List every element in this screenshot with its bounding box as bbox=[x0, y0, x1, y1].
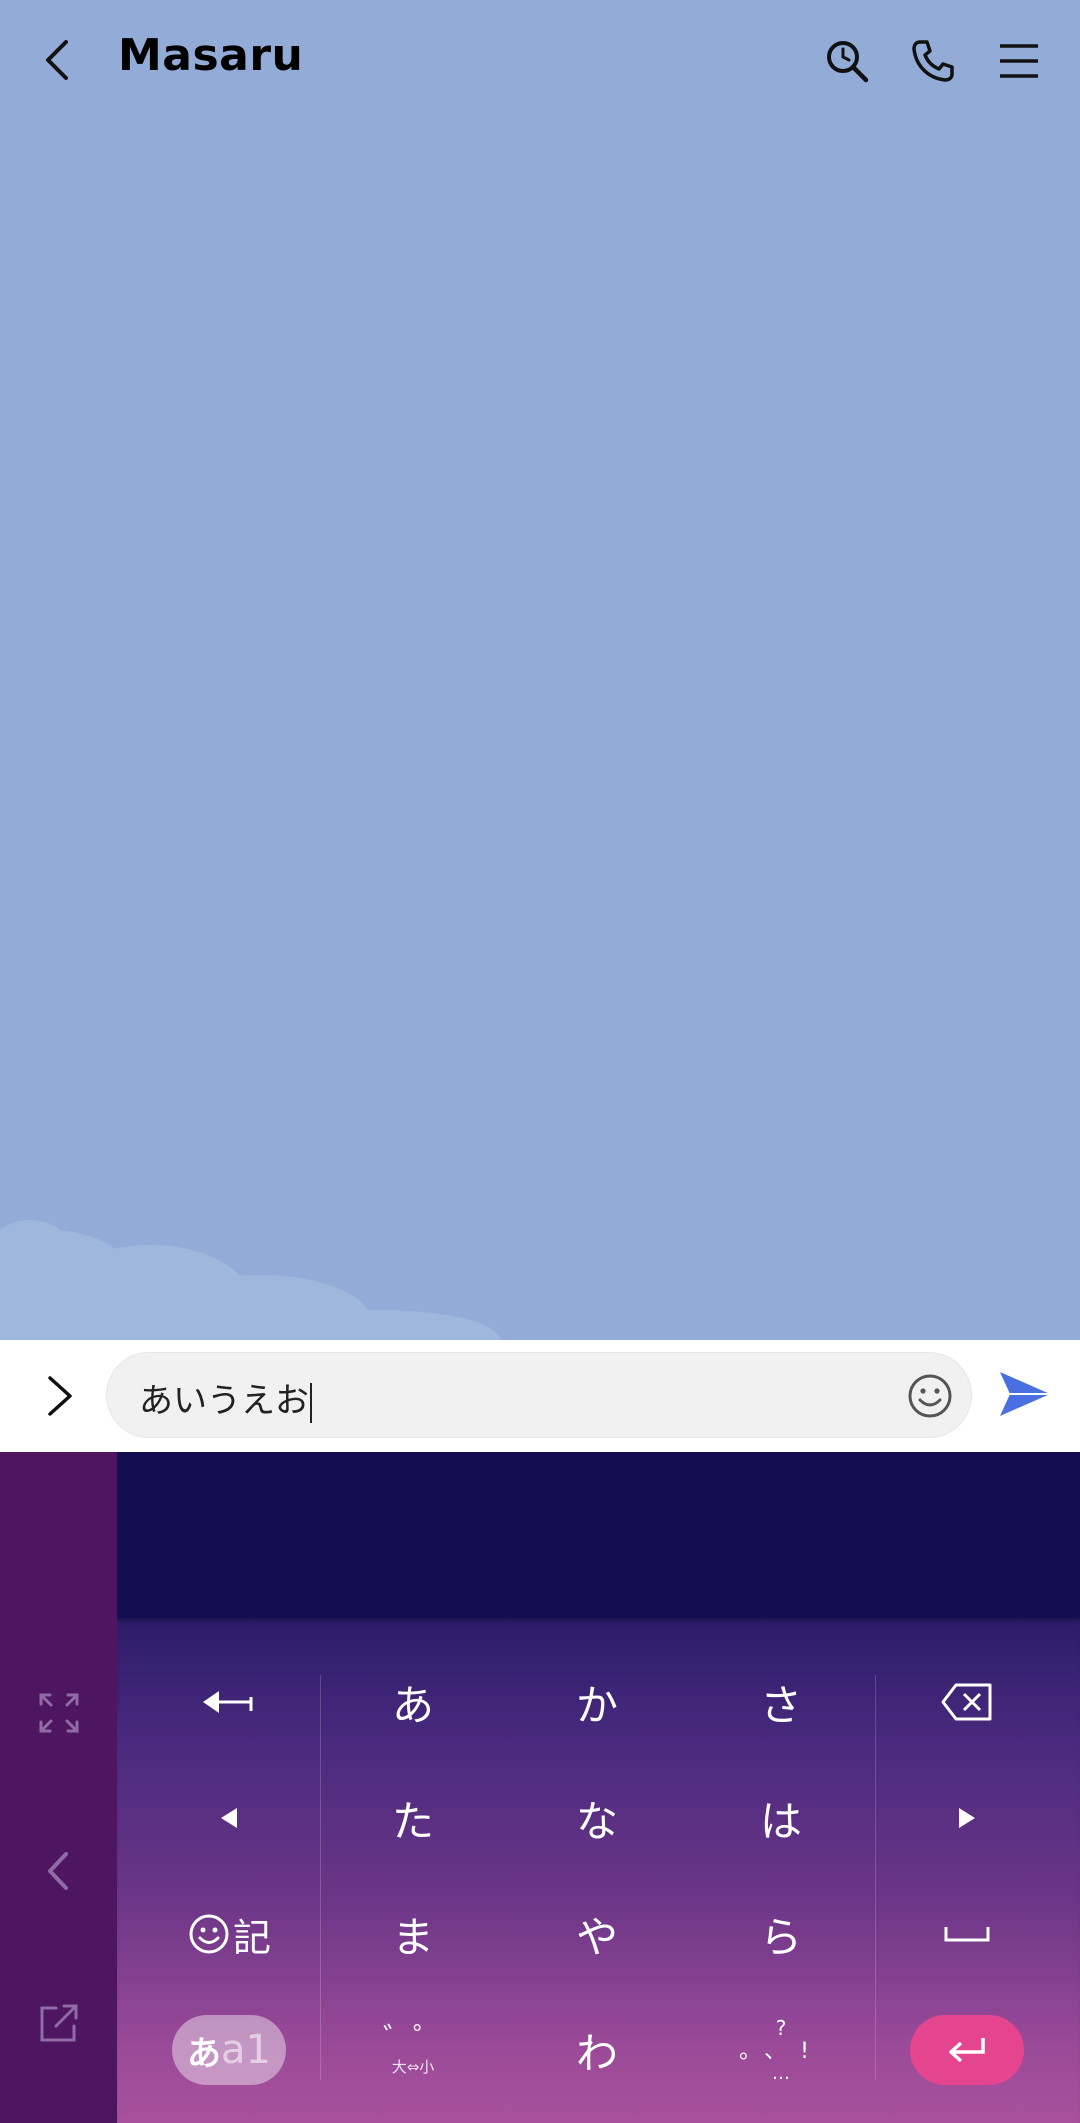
floating-keyboard-button[interactable] bbox=[38, 2002, 80, 2044]
message-input[interactable]: あいうえお bbox=[106, 1352, 972, 1438]
chat-header: Masaru bbox=[0, 0, 1080, 120]
kana-key[interactable]: さ bbox=[706, 1652, 856, 1752]
input-mode-key[interactable]: あ a1 bbox=[154, 2000, 304, 2100]
cursor-left-key[interactable] bbox=[154, 1768, 304, 1868]
backspace-icon bbox=[941, 1683, 992, 1721]
triangle-left-icon bbox=[221, 1808, 237, 1828]
keyboard-divider-left bbox=[320, 1675, 321, 2080]
emoji-button[interactable] bbox=[906, 1372, 954, 1420]
fullscreen-button[interactable] bbox=[38, 1692, 80, 1734]
space-icon bbox=[944, 1927, 990, 1942]
expand-options-button[interactable] bbox=[42, 1372, 78, 1420]
chat-message-area[interactable] bbox=[0, 120, 1080, 1340]
message-input-value-wrap: あいうえお bbox=[139, 1373, 312, 1423]
cloud-background-graphic bbox=[0, 1220, 500, 1340]
enter-key[interactable] bbox=[892, 2000, 1042, 2100]
punct-top-label: ? bbox=[775, 2016, 787, 2040]
kana-key[interactable]: は bbox=[706, 1768, 856, 1868]
undo-arrow-icon bbox=[203, 1691, 253, 1713]
undo-key[interactable] bbox=[154, 1652, 304, 1752]
call-button[interactable] bbox=[910, 38, 956, 84]
chevron-left-icon bbox=[46, 40, 68, 80]
collapse-side-button[interactable] bbox=[38, 1850, 80, 1892]
symbol-key-label: 記 bbox=[232, 1915, 271, 1960]
keyboard-divider-right bbox=[875, 1675, 876, 2080]
smiley-icon bbox=[908, 1374, 952, 1418]
kana-key[interactable]: た bbox=[338, 1768, 488, 1868]
kana-key[interactable]: あ bbox=[338, 1652, 488, 1752]
search-button[interactable] bbox=[824, 38, 870, 84]
return-arrow-icon bbox=[949, 2038, 985, 2063]
kana-key-wa[interactable]: わ bbox=[522, 2000, 672, 2100]
punctuation-key[interactable]: ? 。、! … bbox=[706, 2000, 856, 2100]
cursor-right-key[interactable] bbox=[892, 1768, 1042, 1868]
back-button[interactable] bbox=[38, 36, 78, 84]
expand-arrows-icon bbox=[39, 1693, 79, 1733]
chat-title: Masaru bbox=[118, 30, 304, 81]
kana-key[interactable]: ま bbox=[338, 1884, 488, 1984]
chevron-left-icon bbox=[48, 1852, 68, 1890]
enter-pill bbox=[910, 2015, 1024, 2085]
hamburger-icon bbox=[1000, 44, 1038, 78]
message-input-value: あいうえお bbox=[139, 1381, 309, 1421]
send-icon bbox=[1000, 1372, 1050, 1416]
text-cursor bbox=[310, 1382, 312, 1423]
candidate-bar[interactable] bbox=[117, 1452, 1080, 1618]
kana-key[interactable]: な bbox=[522, 1768, 672, 1868]
menu-button[interactable] bbox=[996, 38, 1042, 84]
dakuten-top-label: ゛゜ bbox=[383, 2021, 443, 2057]
smiley-icon bbox=[189, 1914, 229, 1954]
mode-alnum-label: a1 bbox=[221, 2027, 271, 2073]
kana-key[interactable]: や bbox=[522, 1884, 672, 1984]
space-key[interactable] bbox=[892, 1884, 1042, 1984]
send-button[interactable] bbox=[996, 1368, 1052, 1420]
triangle-right-icon bbox=[959, 1808, 975, 1828]
search-icon bbox=[827, 41, 869, 83]
chevron-right-icon bbox=[48, 1376, 72, 1416]
punct-bottom-label: … bbox=[772, 2063, 790, 2084]
kana-key[interactable]: か bbox=[522, 1652, 672, 1752]
external-window-icon bbox=[40, 2004, 78, 2042]
input-mode-pill: あ a1 bbox=[172, 2015, 286, 2085]
backspace-key[interactable] bbox=[892, 1652, 1042, 1752]
kana-key[interactable]: ら bbox=[706, 1884, 856, 1984]
phone-icon bbox=[912, 40, 954, 82]
dakuten-key[interactable]: ゛゜ 大⇔小 bbox=[338, 2000, 488, 2100]
mode-kana-label: あ bbox=[187, 2033, 222, 2074]
symbol-key[interactable]: 記 bbox=[154, 1884, 304, 1984]
dakuten-bottom-label: 大⇔小 bbox=[391, 2057, 435, 2076]
punct-middle-label: 。、! bbox=[739, 2039, 823, 2064]
